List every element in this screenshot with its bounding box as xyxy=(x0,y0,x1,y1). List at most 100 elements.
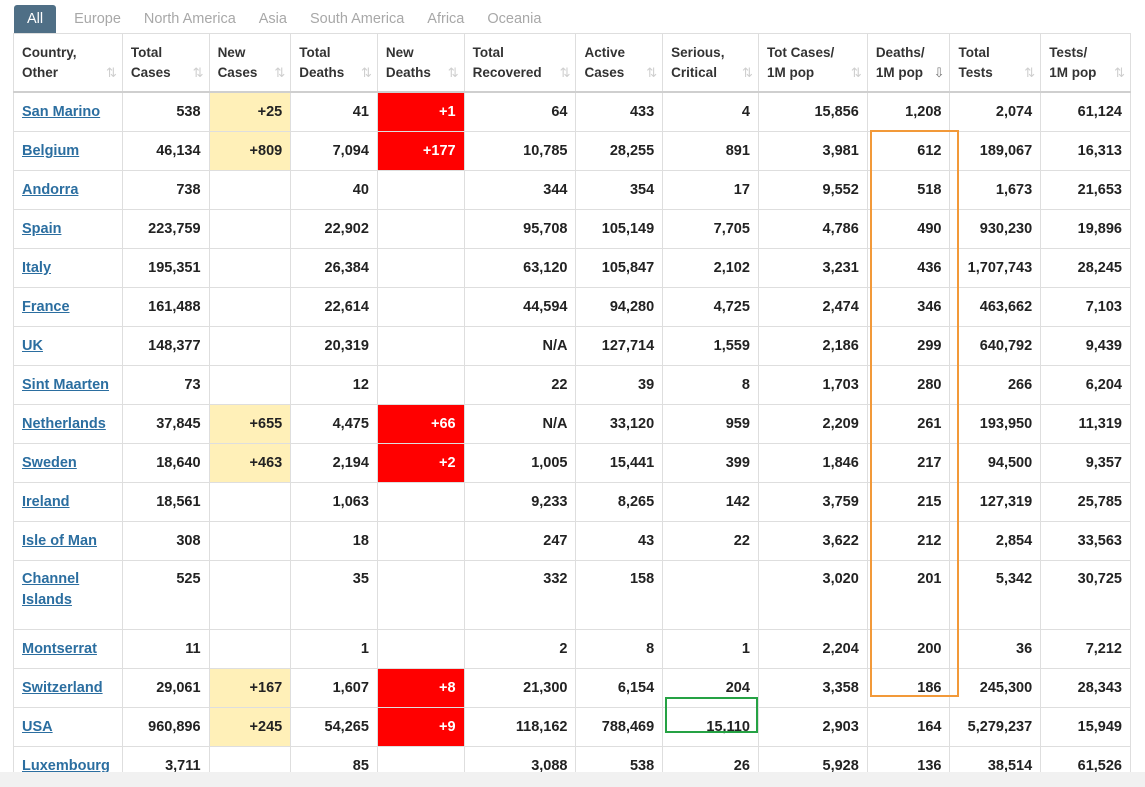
country-link[interactable]: USA xyxy=(22,719,53,735)
country-link[interactable]: Netherlands xyxy=(22,416,106,432)
cell-new-deaths: +66 xyxy=(376,404,465,444)
sort-icon[interactable]: ⇅ xyxy=(106,63,117,83)
country-link[interactable]: France xyxy=(22,299,70,315)
cell-new-deaths: +9 xyxy=(376,707,465,747)
cell-serious-critical: 8 xyxy=(662,365,759,405)
cell-tests-per-million: 30,725 xyxy=(1040,560,1131,630)
cell-tests-per-million: 11,319 xyxy=(1040,404,1131,444)
tab-asia[interactable]: Asia xyxy=(259,11,287,33)
column-header-label-line2: Cases xyxy=(130,64,171,80)
cell-active-cases: 8,265 xyxy=(575,482,664,522)
sort-icon[interactable]: ⇅ xyxy=(361,63,372,83)
cell-deaths-per-million: 217 xyxy=(866,443,951,483)
cell-tests-per-million: 16,313 xyxy=(1040,131,1131,171)
cell-deaths-per-million: 612 xyxy=(866,131,951,171)
tab-north-america[interactable]: North America xyxy=(144,11,236,33)
table-row: Spain 223,759 22,902 95,708 105,149 7,705 4,78… xyxy=(13,209,1131,249)
country-link[interactable]: Belgium xyxy=(22,143,79,159)
cell-new-cases xyxy=(208,209,292,249)
column-header-serious-critical[interactable]: Serious, Critical ⇅ xyxy=(662,33,759,93)
column-header-deaths-per-million[interactable]: Deaths/1M pop ⇩ xyxy=(866,33,951,93)
column-header-label-line1: Country, xyxy=(22,44,77,60)
tab-europe[interactable]: Europe xyxy=(74,11,121,33)
cell-total-cases: 18,640 xyxy=(121,443,210,483)
country-link[interactable]: Andorra xyxy=(22,182,78,198)
cell-active-cases: 788,469 xyxy=(575,707,664,747)
cell-tot-cases-per-million: 2,209 xyxy=(757,404,868,444)
table-row: Sweden 18,640 +463 2,194 +2 1,005 15,441 399 1,8… xyxy=(13,443,1131,483)
cell-total-tests: 463,662 xyxy=(949,287,1042,327)
cell-serious-critical: 1 xyxy=(662,629,759,669)
sort-icon[interactable]: ⇅ xyxy=(560,63,571,83)
country-link[interactable]: Sint Maarten xyxy=(22,377,109,393)
sort-icon[interactable]: ⇅ xyxy=(274,63,285,83)
cell-new-deaths: +2 xyxy=(376,443,465,483)
country-link[interactable]: Switzerland xyxy=(22,680,103,696)
column-header-country[interactable]: Country, Other ⇅ xyxy=(13,33,123,93)
country-link[interactable]: UK xyxy=(22,338,43,354)
cell-serious-critical: 4 xyxy=(662,91,759,132)
column-header-total-deaths[interactable]: Total Deaths ⇅ xyxy=(290,33,378,93)
cell-tot-cases-per-million: 15,856 xyxy=(757,91,868,132)
header-row: Country, Other ⇅ Total Cases ⇅ New Cases ⇅ Total D… xyxy=(13,33,1131,93)
table-row: Sint Maarten 73 12 22 39 8 1,703 280 266 6,204 xyxy=(13,365,1131,405)
sort-icon[interactable]: ⇅ xyxy=(193,63,204,83)
tab-all[interactable]: All xyxy=(14,5,57,33)
cell-country: Channel Islands xyxy=(13,560,123,630)
country-link[interactable]: Spain xyxy=(22,221,61,237)
cell-country: Ireland xyxy=(13,482,123,522)
column-header-total-cases[interactable]: Total Cases ⇅ xyxy=(121,33,210,93)
sort-icon[interactable]: ⇅ xyxy=(742,63,753,83)
table-row: Channel Islands 525 35 332 158 3,020 201 5,342 3… xyxy=(13,560,1131,630)
table-row: Switzerland 29,061 +167 1,607 +8 21,300 6,154 2… xyxy=(13,668,1131,708)
cell-total-deaths: 2,194 xyxy=(290,443,378,483)
sort-icon[interactable]: ⇅ xyxy=(1024,63,1035,83)
tab-oceania[interactable]: Oceania xyxy=(487,11,541,33)
cell-total-recovered: 332 xyxy=(463,560,577,630)
cell-tests-per-million: 6,204 xyxy=(1040,365,1131,405)
cell-country: Sweden xyxy=(13,443,123,483)
sort-icon[interactable]: ⇅ xyxy=(448,63,459,83)
table-row: Montserrat 11 1 2 8 1 2,204 200 36 7,212 xyxy=(13,629,1131,669)
column-header-tests-per-million[interactable]: Tests/1M pop ⇅ xyxy=(1040,33,1131,93)
country-link[interactable]: Sweden xyxy=(22,455,77,471)
cell-active-cases: 158 xyxy=(575,560,664,630)
cell-active-cases: 94,280 xyxy=(575,287,664,327)
column-header-new-cases[interactable]: New Cases ⇅ xyxy=(208,33,292,93)
cell-active-cases: 39 xyxy=(575,365,664,405)
sort-icon[interactable]: ⇅ xyxy=(646,63,657,83)
cell-new-cases: +25 xyxy=(208,91,292,132)
cell-country: Isle of Man xyxy=(13,521,123,561)
sort-icon[interactable]: ⇅ xyxy=(1114,63,1125,83)
cell-total-deaths: 18 xyxy=(290,521,378,561)
sort-descending-icon[interactable]: ⇩ xyxy=(934,63,945,83)
country-link[interactable]: Italy xyxy=(22,260,51,276)
cell-tot-cases-per-million: 2,186 xyxy=(757,326,868,366)
column-header-label-line1: Total xyxy=(299,44,331,60)
horizontal-scrollbar[interactable] xyxy=(0,772,1145,787)
country-link[interactable]: San Marino xyxy=(22,104,100,120)
tab-south-america[interactable]: South America xyxy=(310,11,404,33)
cell-tot-cases-per-million: 4,786 xyxy=(757,209,868,249)
cell-total-recovered: 9,233 xyxy=(463,482,577,522)
column-header-total-tests[interactable]: Total Tests ⇅ xyxy=(949,33,1042,93)
table-row: Ireland 18,561 1,063 9,233 8,265 142 3,759 215 1… xyxy=(13,482,1131,522)
country-link[interactable]: Channel Islands xyxy=(22,571,79,608)
cell-new-deaths xyxy=(376,209,465,249)
sort-icon[interactable]: ⇅ xyxy=(851,63,862,83)
column-header-tot-cases-per-million[interactable]: Tot Cases/1M pop ⇅ xyxy=(757,33,868,93)
cell-country: France xyxy=(13,287,123,327)
cell-deaths-per-million: 164 xyxy=(866,707,951,747)
cell-deaths-per-million: 1,208 xyxy=(866,91,951,132)
country-link[interactable]: Isle of Man xyxy=(22,533,97,549)
country-link[interactable]: Ireland xyxy=(22,494,70,510)
country-link[interactable]: Montserrat xyxy=(22,641,97,657)
column-header-new-deaths[interactable]: New Deaths ⇅ xyxy=(376,33,465,93)
cell-tests-per-million: 28,343 xyxy=(1040,668,1131,708)
table-row: UK 148,377 20,319 N/A 127,714 1,559 2,186 299 64… xyxy=(13,326,1131,366)
cell-total-deaths: 41 xyxy=(290,91,378,132)
column-header-active-cases[interactable]: Active Cases ⇅ xyxy=(575,33,664,93)
column-header-total-recovered[interactable]: Total Recovered ⇅ xyxy=(463,33,577,93)
tab-africa[interactable]: Africa xyxy=(427,11,464,33)
cell-active-cases: 105,847 xyxy=(575,248,664,288)
